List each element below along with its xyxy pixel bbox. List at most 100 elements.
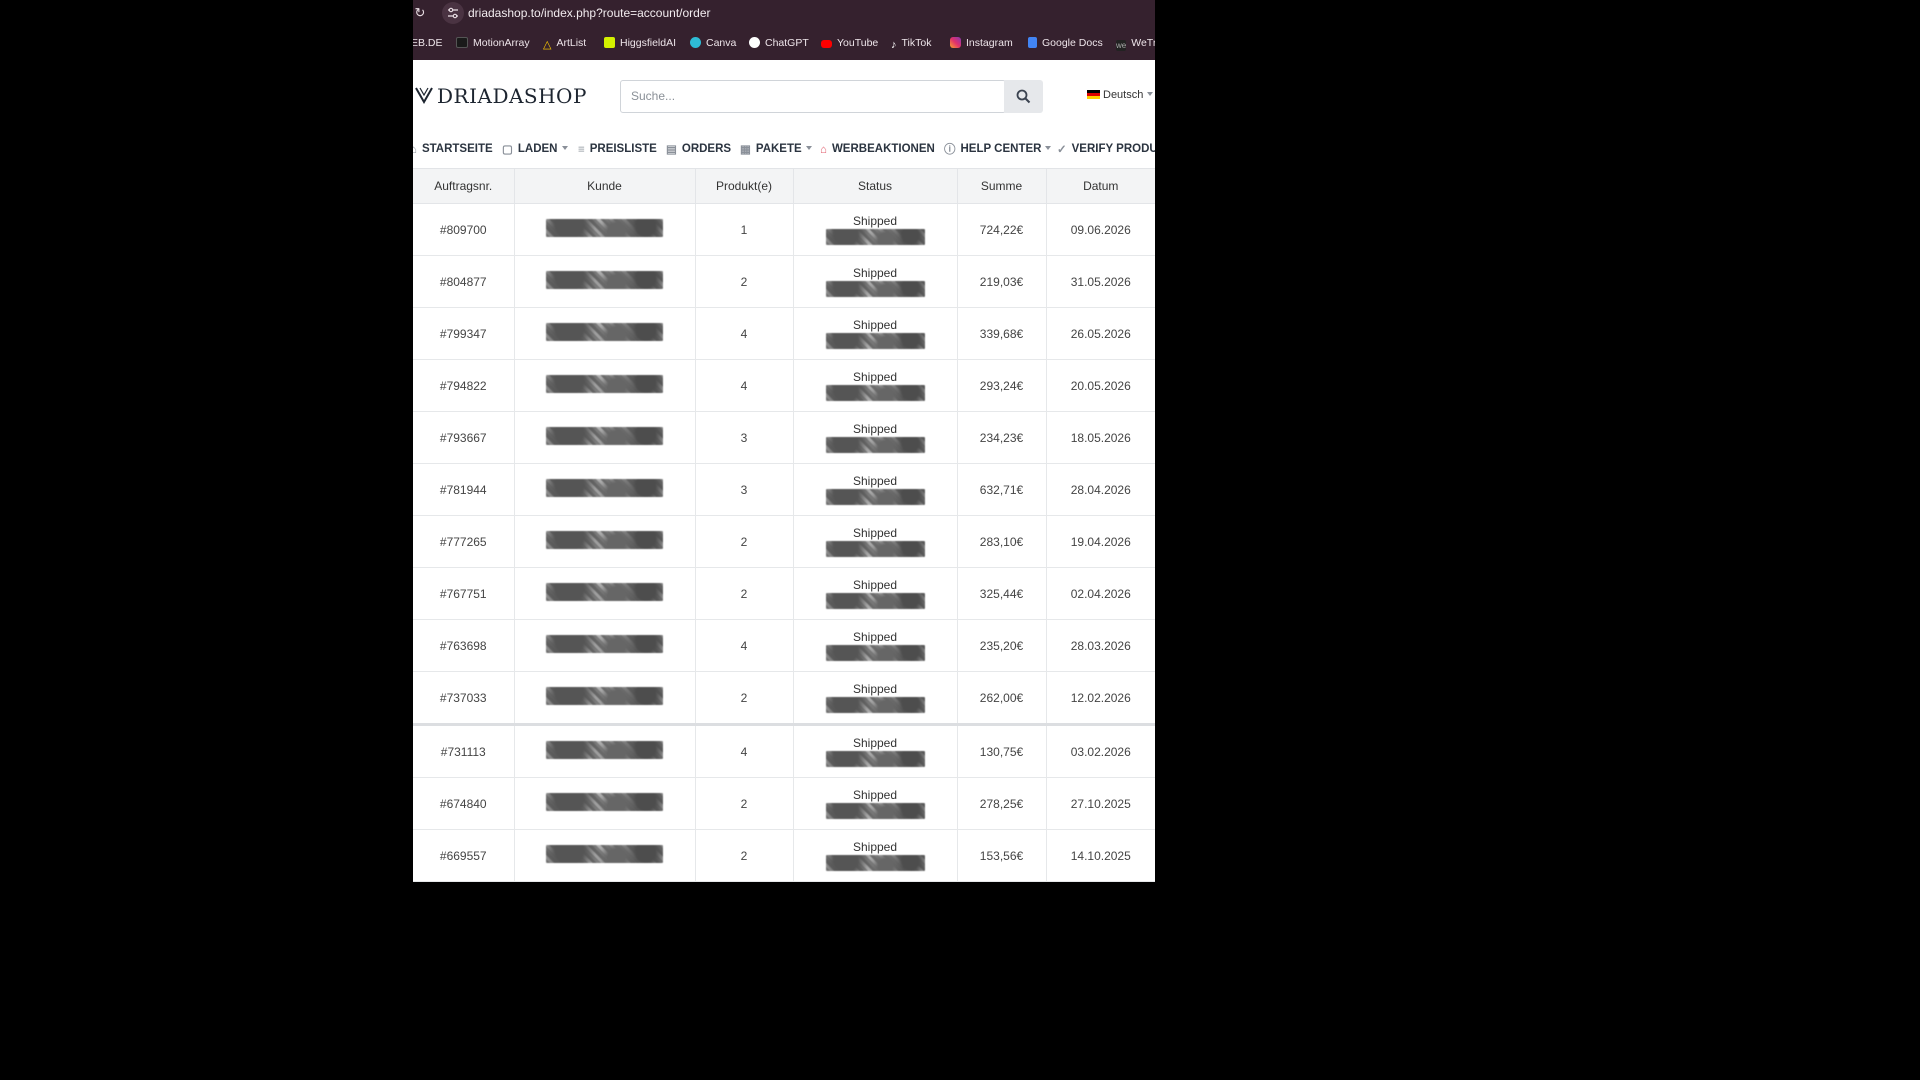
table-row[interactable]: #781944 3 Shipped 632,71€ 28.04.2026: [413, 463, 1155, 516]
column-header-date[interactable]: Datum: [1046, 169, 1155, 204]
nav-item-werbeaktionen[interactable]: ⌂ WERBEAKTIONEN: [820, 142, 935, 156]
bookmark-tiktok[interactable]: ♪ TikTok: [891, 36, 932, 51]
status-cell: Shipped: [793, 777, 958, 830]
nav-item-orders[interactable]: ▤ ORDERS: [666, 142, 731, 156]
motionarray-icon: [456, 37, 468, 48]
status-cell: Shipped: [793, 515, 958, 568]
nav-label: STARTSEITE: [421, 143, 493, 155]
bookmark-youtube[interactable]: YouTube: [821, 36, 878, 50]
column-header-products[interactable]: Produkt(e): [695, 169, 794, 204]
status-cell: Shipped: [793, 723, 958, 778]
bookmark-instagram[interactable]: Instagram: [950, 36, 1013, 50]
nav-label: PREISLISTE: [589, 143, 657, 155]
order-number[interactable]: #674840: [413, 777, 515, 830]
column-header-customer[interactable]: Kunde: [514, 169, 696, 204]
status-label: Shipped: [852, 682, 898, 696]
bookmark-webde[interactable]: EB.DE: [413, 36, 443, 50]
order-date: 27.10.2025: [1046, 777, 1155, 830]
site-logo[interactable]: DRIADASHOP: [415, 84, 587, 108]
table-row[interactable]: #737033 2 Shipped 262,00€ 12.02.2026: [413, 671, 1155, 725]
nav-label: LADEN: [517, 143, 558, 155]
nav-item-startseite[interactable]: ⌂ STARTSEITE: [413, 142, 493, 156]
nav-item-preisliste[interactable]: ≡ PREISLISTE: [578, 142, 657, 156]
canva-icon: [690, 37, 701, 48]
order-number[interactable]: #804877: [413, 255, 515, 308]
table-row[interactable]: #669557 2 Shipped 153,56€ 14.10.2025: [413, 829, 1155, 882]
customer-cell: [514, 619, 696, 672]
product-count: 2: [695, 567, 794, 620]
url-text[interactable]: driadashop.to/index.php?route=account/or…: [468, 6, 711, 20]
status-cell: Shipped: [793, 619, 958, 672]
search-input[interactable]: [621, 81, 1001, 110]
promotions-icon: ⌂: [820, 144, 827, 156]
table-row[interactable]: #799347 4 Shipped 339,68€ 26.05.2026: [413, 307, 1155, 360]
tiktok-icon: ♪: [891, 39, 897, 51]
product-count: 4: [695, 307, 794, 360]
bookmark-label: ChatGPT: [765, 37, 809, 49]
column-header-status[interactable]: Status: [793, 169, 958, 204]
table-row[interactable]: #767751 2 Shipped 325,44€ 02.04.2026: [413, 567, 1155, 620]
bookmark-higgsfield[interactable]: HiggsfieldAI: [604, 36, 676, 50]
chatgpt-icon: [749, 37, 760, 48]
language-selector[interactable]: Deutsch: [1087, 89, 1154, 103]
bookmark-wetransfer[interactable]: we WeTr: [1116, 36, 1155, 51]
order-number[interactable]: #767751: [413, 567, 515, 620]
order-number[interactable]: #809700: [413, 203, 515, 256]
nav-label: WERBEAKTIONEN: [831, 143, 935, 155]
status-cell: Shipped: [793, 671, 958, 725]
status-label: Shipped: [852, 840, 898, 854]
bookmark-label: Instagram: [966, 37, 1013, 49]
bookmark-canva[interactable]: Canva: [690, 36, 736, 50]
table-row[interactable]: #809700 1 Shipped 724,22€ 09.06.2026: [413, 203, 1155, 256]
reload-icon[interactable]: ↻: [413, 5, 427, 21]
customer-cell: [514, 515, 696, 568]
nav-item-pakete[interactable]: ▦ PAKETE: [740, 142, 812, 156]
bookmark-artlist[interactable]: △ ArtList: [543, 36, 586, 51]
order-number[interactable]: #777265: [413, 515, 515, 568]
status-label: Shipped: [852, 318, 898, 332]
table-row[interactable]: #777265 2 Shipped 283,10€ 19.04.2026: [413, 515, 1155, 568]
order-number[interactable]: #794822: [413, 359, 515, 412]
order-date: 09.06.2026: [1046, 203, 1155, 256]
bookmark-label: HiggsfieldAI: [620, 37, 677, 49]
order-number[interactable]: #799347: [413, 307, 515, 360]
table-row[interactable]: #731113 4 Shipped 130,75€ 03.02.2026: [413, 723, 1155, 778]
bookmark-label: MotionArray: [473, 37, 530, 49]
customer-redacted: [546, 271, 663, 289]
column-header-total[interactable]: Summe: [957, 169, 1047, 204]
status-label: Shipped: [852, 578, 898, 592]
site-info-icon[interactable]: [442, 2, 464, 24]
status-label: Shipped: [852, 422, 898, 436]
table-row[interactable]: #674840 2 Shipped 278,25€ 27.10.2025: [413, 777, 1155, 830]
chevron-down-icon: [561, 146, 568, 150]
order-number[interactable]: #669557: [413, 829, 515, 882]
order-number[interactable]: #763698: [413, 619, 515, 672]
customer-cell: [514, 723, 696, 778]
customer-redacted: [546, 427, 663, 445]
table-row[interactable]: #794822 4 Shipped 293,24€ 20.05.2026: [413, 359, 1155, 412]
table-row[interactable]: #763698 4 Shipped 235,20€ 28.03.2026: [413, 619, 1155, 672]
order-date: 26.05.2026: [1046, 307, 1155, 360]
order-date: 19.04.2026: [1046, 515, 1155, 568]
nav-item-laden[interactable]: ▢ LADEN: [502, 142, 568, 156]
nav-item-verify-product[interactable]: ✓ VERIFY PRODUC: [1057, 142, 1155, 156]
tracking-redacted: [825, 385, 925, 401]
status-label: Shipped: [852, 788, 898, 802]
nav-item-help-center[interactable]: ⓘ HELP CENTER: [944, 142, 1052, 156]
google-docs-icon: [1028, 37, 1037, 48]
column-header-order-number[interactable]: Auftragsnr.: [413, 169, 515, 204]
order-number[interactable]: #731113: [413, 723, 515, 778]
table-row[interactable]: #804877 2 Shipped 219,03€ 31.05.2026: [413, 255, 1155, 308]
order-number[interactable]: #737033: [413, 671, 515, 725]
bookmark-label: TikTok: [901, 37, 932, 49]
search-button[interactable]: [1004, 80, 1043, 113]
order-number[interactable]: #781944: [413, 463, 515, 516]
tracking-redacted: [825, 803, 925, 819]
order-number[interactable]: #793667: [413, 411, 515, 464]
product-count: 3: [695, 411, 794, 464]
table-row[interactable]: #793667 3 Shipped 234,23€ 18.05.2026: [413, 411, 1155, 464]
bookmark-motionarray[interactable]: MotionArray: [456, 36, 530, 50]
bookmark-chatgpt[interactable]: ChatGPT: [749, 36, 809, 50]
tracking-redacted: [825, 751, 925, 767]
bookmark-google-docs[interactable]: Google Docs: [1028, 36, 1103, 50]
